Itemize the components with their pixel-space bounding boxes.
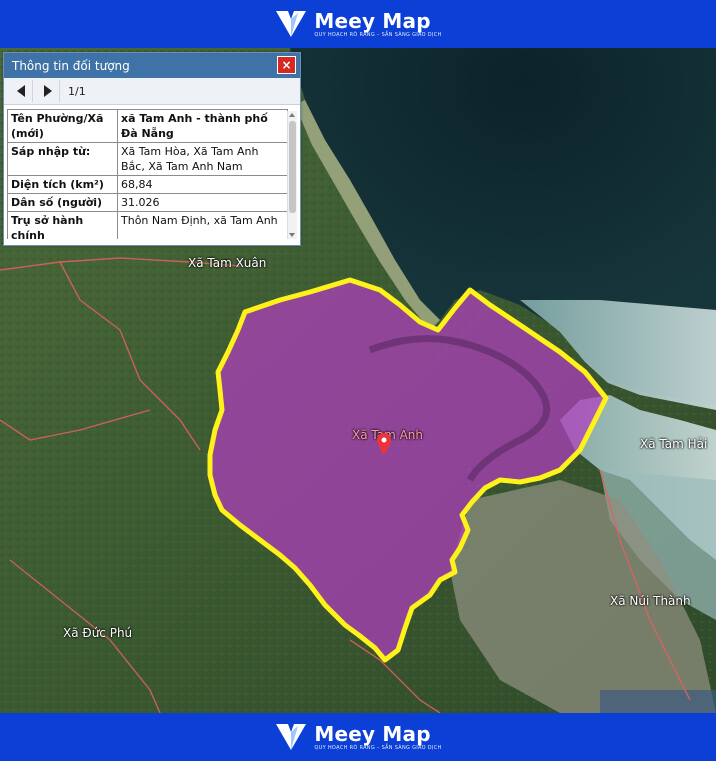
scroll-thumb[interactable]	[289, 121, 296, 213]
label-nui-thanh: Xã Núi Thành	[610, 594, 691, 608]
table-row: Diện tích (km²) 68,84	[7, 175, 288, 194]
arrow-left-icon	[17, 85, 25, 97]
table-row: Dân số (người) 31.026	[7, 193, 288, 212]
label-duc-phu: Xã Đức Phú	[63, 626, 133, 640]
bottom-banner: Meey Map QUY HOẠCH RÕ RÀNG – SẴN SÀNG GI…	[0, 713, 716, 761]
prev-page-button[interactable]	[10, 80, 33, 102]
meey-logo-icon	[276, 11, 307, 37]
brand-logo: Meey Map QUY HOẠCH RÕ RÀNG – SẴN SÀNG GI…	[274, 720, 441, 754]
info-panel-title: Thông tin đối tượng	[12, 58, 130, 73]
brand-name: Meey Map	[314, 721, 431, 746]
row-value: 31.026	[117, 193, 288, 212]
info-table: Tên Phường/Xã (mới) xã Tam Anh - thành p…	[7, 109, 288, 239]
scroll-down-icon[interactable]	[289, 233, 295, 237]
top-banner: Meey Map QUY HOẠCH RÕ RÀNG – SẴN SÀNG GI…	[0, 0, 716, 48]
brand-logo: Meey Map QUY HOẠCH RÕ RÀNG – SẴN SÀNG GI…	[274, 7, 441, 41]
row-key: Trụ sở hành chính	[7, 211, 118, 239]
row-value: 68,84	[117, 175, 288, 194]
row-key: Sáp nhập từ:	[7, 142, 118, 176]
label-tam-hai: Xã Tam Hải	[640, 437, 708, 451]
close-button[interactable]: ×	[277, 56, 296, 74]
brand-name: Meey Map	[314, 8, 431, 33]
row-key: Dân số (người)	[7, 193, 118, 212]
row-value: Xã Tam Hòa, Xã Tam Anh Bắc, Xã Tam Anh N…	[117, 142, 288, 176]
pagination-bar: 1/1	[4, 78, 300, 105]
next-page-button[interactable]	[37, 80, 60, 102]
arrow-right-icon	[44, 85, 52, 97]
label-tam-xuan: Xã Tam Xuân	[188, 256, 267, 270]
table-row: Sáp nhập từ: Xã Tam Hòa, Xã Tam Anh Bắc,…	[7, 142, 288, 176]
location-pin-icon[interactable]	[377, 433, 391, 455]
row-value: xã Tam Anh - thành phố Đà Nẵng	[117, 109, 288, 143]
scrollbar[interactable]	[287, 111, 297, 239]
brand-tagline: QUY HOẠCH RÕ RÀNG – SẴN SÀNG GIAO DỊCH	[314, 744, 442, 751]
table-row: Trụ sở hành chính Thôn Nam Định, xã Tam …	[7, 211, 288, 239]
table-row: Tên Phường/Xã (mới) xã Tam Anh - thành p…	[7, 109, 288, 143]
scroll-up-icon[interactable]	[289, 113, 295, 117]
info-table-container[interactable]: Tên Phường/Xã (mới) xã Tam Anh - thành p…	[7, 109, 290, 239]
page-indicator: 1/1	[68, 84, 86, 98]
meey-logo-icon	[276, 724, 307, 750]
brand-tagline: QUY HOẠCH RÕ RÀNG – SẴN SÀNG GIAO DỊCH	[314, 31, 442, 38]
info-panel-header: Thông tin đối tượng ×	[4, 53, 300, 78]
row-key: Diện tích (km²)	[7, 175, 118, 194]
info-panel: Thông tin đối tượng × 1/1 Tên Phường/Xã …	[3, 52, 301, 246]
row-key: Tên Phường/Xã (mới)	[7, 109, 118, 143]
row-value: Thôn Nam Định, xã Tam Anh	[117, 211, 288, 239]
